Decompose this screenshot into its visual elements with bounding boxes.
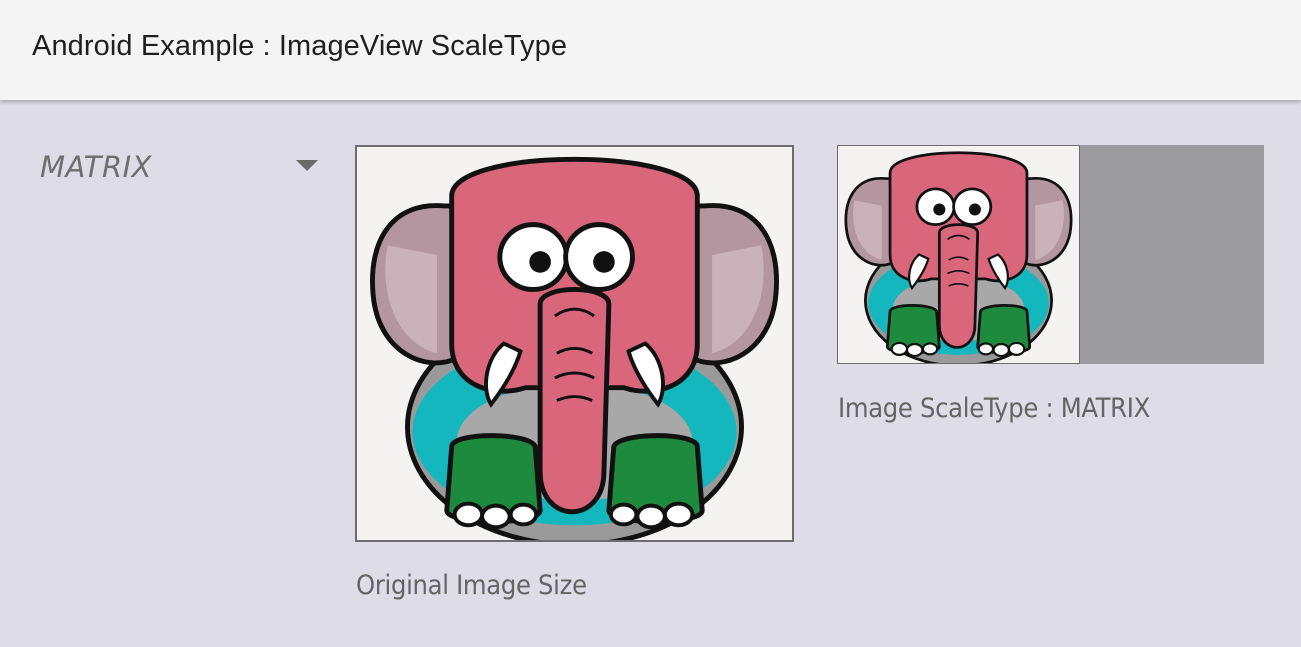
matrix-image-content xyxy=(837,145,1080,364)
scaletype-spinner[interactable]: MATRIX xyxy=(22,138,332,196)
spinner-selected-value: MATRIX xyxy=(40,150,153,184)
dropdown-arrow-icon xyxy=(296,160,318,171)
original-image-caption: Original Image Size xyxy=(356,570,587,601)
app-toolbar: Android Example : ImageView ScaleType xyxy=(0,0,1301,100)
original-image-view xyxy=(355,145,794,542)
app-window: Android Example : ImageView ScaleType MA… xyxy=(0,0,1301,647)
matrix-image-view xyxy=(837,145,1264,364)
matrix-image-caption: Image ScaleType : MATRIX xyxy=(838,393,1150,424)
elephant-image-matrix xyxy=(844,151,1073,363)
elephant-image-original xyxy=(370,156,779,540)
toolbar-title: Android Example : ImageView ScaleType xyxy=(32,30,568,62)
